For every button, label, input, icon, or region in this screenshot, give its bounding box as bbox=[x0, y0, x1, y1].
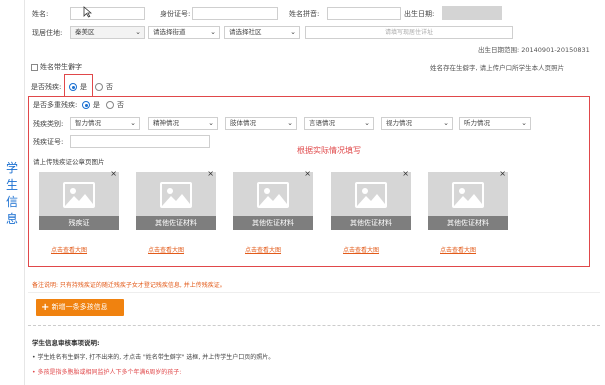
section-side-title: 学 生 信 息 bbox=[4, 160, 20, 228]
side-char: 息 bbox=[5, 212, 18, 226]
district-select[interactable]: 秦美区 ⌄ bbox=[70, 26, 145, 39]
upload-title: 请上传残疾证公章页图片 bbox=[33, 158, 105, 166]
rare-char-hint: 姓名存在生僻字, 请上传户口所学生本人页照片 bbox=[430, 64, 565, 72]
view-large-link[interactable]: 点击查看大图 bbox=[245, 245, 281, 254]
divider bbox=[28, 292, 600, 293]
chevron-down-icon: ⌄ bbox=[287, 119, 293, 127]
chevron-down-icon: ⌄ bbox=[443, 119, 449, 127]
cert-number-input[interactable] bbox=[70, 135, 210, 148]
image-placeholder-icon bbox=[257, 182, 289, 208]
image-placeholder-icon bbox=[452, 182, 484, 208]
review-line-2: • 多孩是指多胞胎或相同监护人下多个年满6周岁的孩子: bbox=[32, 369, 182, 376]
type-select-vision[interactable]: 视力情况 ⌄ bbox=[381, 117, 453, 130]
dashed-divider bbox=[28, 325, 600, 326]
multi-yes-label: 是 bbox=[93, 101, 100, 109]
chevron-down-icon: ⌄ bbox=[130, 119, 136, 127]
view-large-link[interactable]: 点击查看大图 bbox=[148, 245, 184, 254]
card-caption: 其他佐证材料 bbox=[136, 216, 216, 230]
disabled-question-label: 是否残疾: bbox=[31, 83, 62, 91]
upload-card[interactable]: 其他佐证材料 × bbox=[331, 169, 411, 230]
disabled-yes-label: 是 bbox=[80, 83, 87, 91]
address-detail-input[interactable]: 请填写现居住详址 bbox=[305, 26, 513, 39]
side-char: 信 bbox=[5, 195, 18, 209]
id-label: 身份证号: bbox=[160, 10, 191, 18]
type-select-intellect[interactable]: 智力情况 ⌄ bbox=[70, 117, 140, 130]
close-icon[interactable]: × bbox=[207, 169, 214, 178]
multi-yes-radio[interactable] bbox=[82, 101, 90, 109]
card-caption: 其他佐证材料 bbox=[428, 216, 508, 230]
upload-card[interactable]: 其他佐证材料 × bbox=[233, 169, 313, 230]
remark-text: 备注说明: 只有持残疾证的随迁残疾子女才登记残疾信息, 并上传残疾证。 bbox=[32, 282, 226, 289]
id-number-input[interactable] bbox=[192, 7, 278, 20]
side-char: 生 bbox=[5, 178, 18, 192]
chevron-down-icon: ⌄ bbox=[364, 119, 370, 127]
add-multi-child-button[interactable]: + 新增一条多孩信息 bbox=[36, 299, 124, 316]
birth-label: 出生日期: bbox=[404, 10, 435, 18]
add-button-label: 新增一条多孩信息 bbox=[51, 303, 108, 311]
birth-range-text: 出生日期范围: 20140901-20150831 bbox=[478, 46, 590, 54]
type-select-mental[interactable]: 精神情况 ⌄ bbox=[148, 117, 218, 130]
upload-card[interactable]: 其他佐证材料 × bbox=[428, 169, 508, 230]
card-caption: 残疾证 bbox=[39, 216, 119, 230]
disabled-no-label: 否 bbox=[106, 83, 113, 91]
image-placeholder-icon bbox=[63, 182, 95, 208]
chevron-down-icon: ⌄ bbox=[208, 119, 214, 127]
street-select[interactable]: 请选择街道 ⌄ bbox=[148, 26, 220, 39]
side-divider bbox=[24, 0, 25, 385]
review-line-1: • 学生姓名有生僻字, 打不出来的, 才点击 "姓名带生僻字" 选框, 并上传学… bbox=[32, 354, 275, 361]
disabled-yes-radio[interactable] bbox=[69, 83, 77, 91]
plus-icon: + bbox=[41, 302, 50, 313]
upload-card[interactable]: 残疾证 × bbox=[39, 169, 119, 230]
disabled-no-radio[interactable] bbox=[95, 83, 103, 91]
close-icon[interactable]: × bbox=[110, 169, 117, 178]
image-placeholder-icon bbox=[355, 182, 387, 208]
type-select-speech[interactable]: 言语情况 ⌄ bbox=[304, 117, 374, 130]
cursor-icon bbox=[83, 6, 93, 20]
chevron-down-icon: ⌄ bbox=[135, 28, 141, 36]
multi-no-radio[interactable] bbox=[106, 101, 114, 109]
rare-char-label: 姓名带生僻字 bbox=[40, 63, 82, 71]
multi-disability-label: 是否多重残疾: bbox=[33, 101, 78, 109]
side-char: 学 bbox=[5, 161, 18, 175]
close-icon[interactable]: × bbox=[499, 169, 506, 178]
name-input[interactable] bbox=[70, 7, 145, 20]
cert-number-label: 残疾证号: bbox=[33, 138, 64, 146]
pinyin-input[interactable] bbox=[327, 7, 401, 20]
image-placeholder-icon bbox=[160, 182, 192, 208]
birth-date-field[interactable] bbox=[442, 6, 502, 20]
type-select-limb[interactable]: 肢体情况 ⌄ bbox=[225, 117, 297, 130]
name-label: 姓名: bbox=[32, 10, 49, 18]
close-icon[interactable]: × bbox=[402, 169, 409, 178]
upload-card[interactable]: 其他佐证材料 × bbox=[136, 169, 216, 230]
view-large-link[interactable]: 点击查看大图 bbox=[343, 245, 379, 254]
rare-char-checkbox[interactable] bbox=[31, 64, 38, 71]
card-caption: 其他佐证材料 bbox=[331, 216, 411, 230]
chevron-down-icon: ⌄ bbox=[290, 28, 296, 36]
card-caption: 其他佐证材料 bbox=[233, 216, 313, 230]
area-label: 现居住地: bbox=[32, 29, 63, 37]
chevron-down-icon: ⌄ bbox=[521, 119, 527, 127]
view-large-link[interactable]: 点击查看大图 bbox=[440, 245, 476, 254]
view-large-link[interactable]: 点击查看大图 bbox=[51, 245, 87, 254]
close-icon[interactable]: × bbox=[304, 169, 311, 178]
multi-no-label: 否 bbox=[117, 101, 124, 109]
review-title: 学生信息审核事项说明: bbox=[32, 339, 100, 347]
pinyin-label: 姓名拼音: bbox=[289, 10, 320, 18]
types-label: 残疾类别: bbox=[33, 120, 64, 128]
type-select-hearing[interactable]: 听力情况 ⌄ bbox=[459, 117, 531, 130]
chevron-down-icon: ⌄ bbox=[210, 28, 216, 36]
fill-hint-text: 根据实际情况填写 bbox=[297, 146, 361, 155]
community-select[interactable]: 请选择社区 ⌄ bbox=[224, 26, 300, 39]
